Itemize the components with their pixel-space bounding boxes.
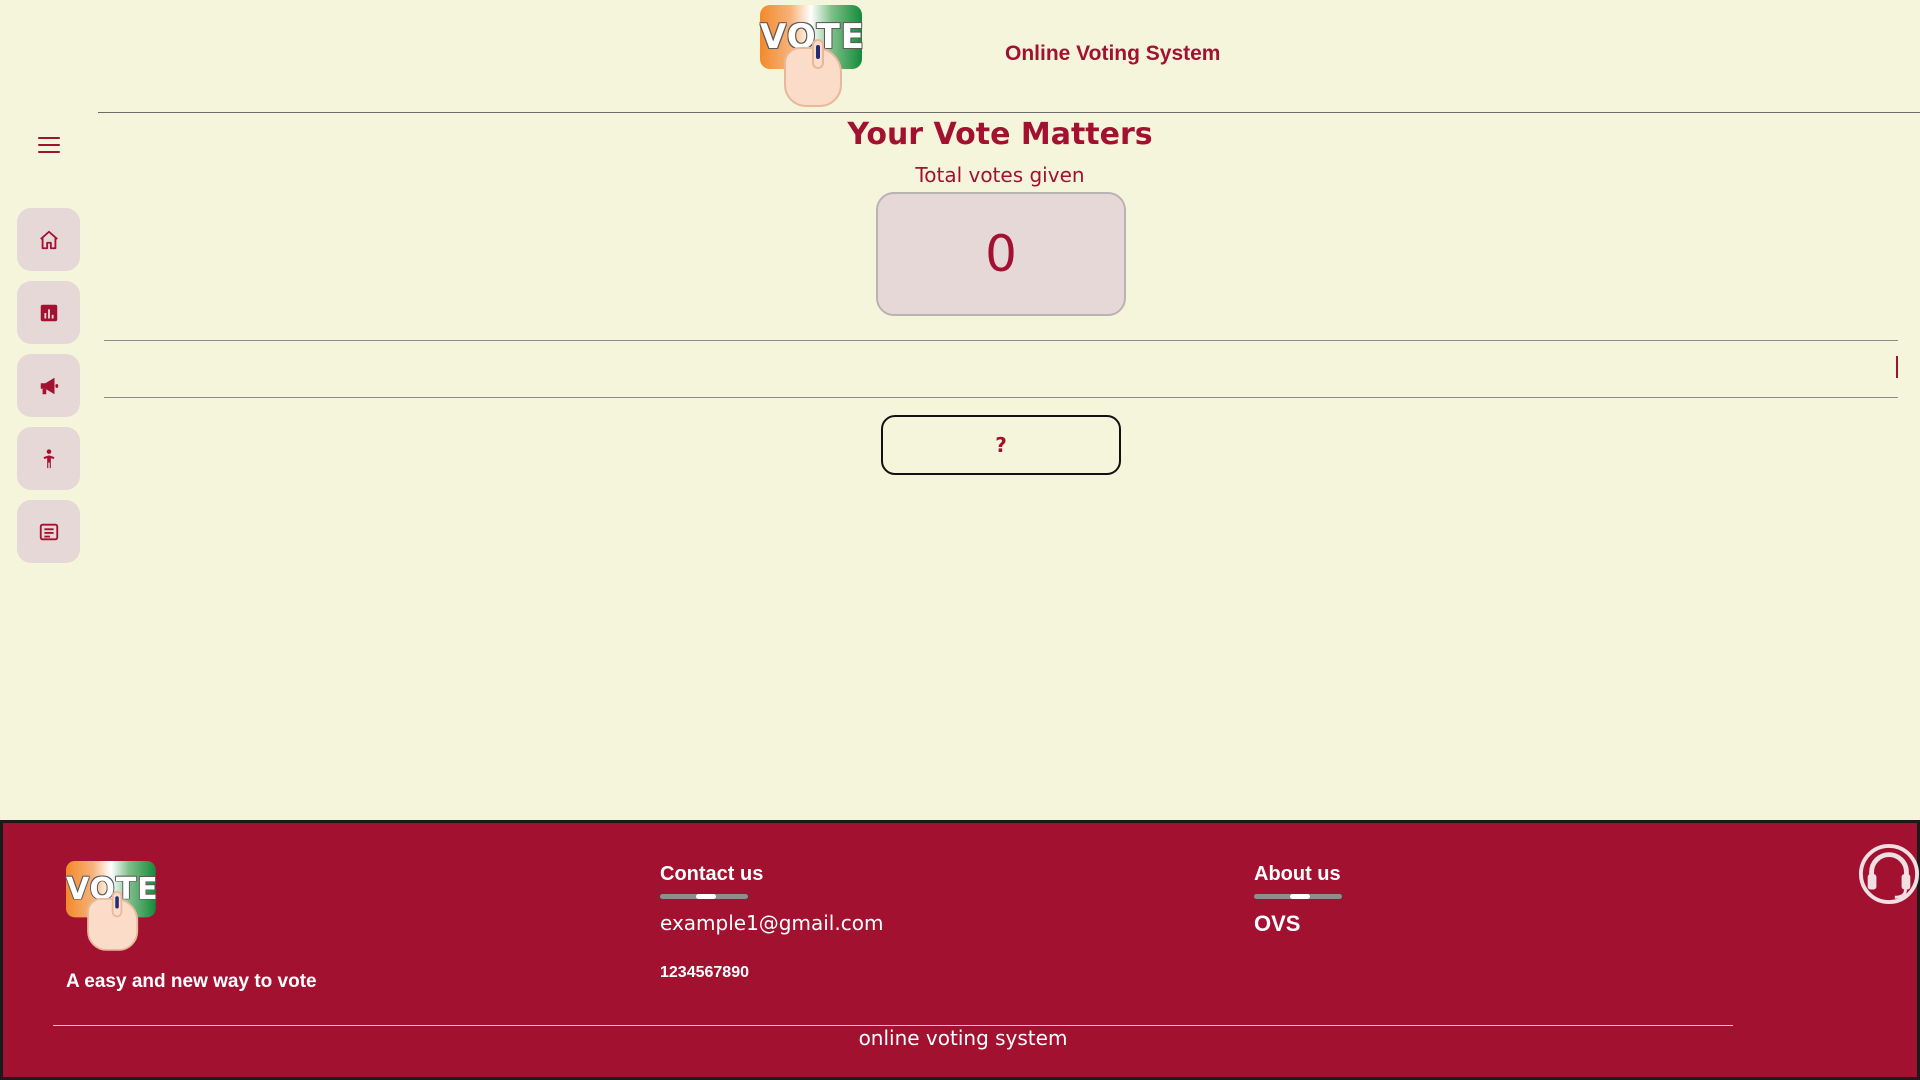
- app-title: Online Voting System: [1005, 42, 1221, 65]
- page-footer: VOTE A easy and new way to vote Contact …: [0, 820, 1920, 1080]
- menu-line: [38, 151, 60, 153]
- document-list-icon: [39, 523, 58, 540]
- page-title: Your Vote Matters: [847, 117, 1153, 152]
- footer-tagline: A easy and new way to vote: [66, 971, 317, 992]
- bar-chart-icon: [40, 304, 57, 321]
- menu-line: [38, 144, 60, 146]
- sidebar-item-home[interactable]: [17, 208, 80, 271]
- sidebar-item-results[interactable]: [17, 281, 80, 344]
- announcement-ticker: [104, 340, 1898, 398]
- about-heading-underline: [1254, 894, 1342, 899]
- votes-label: Total votes given: [915, 163, 1085, 187]
- text-caret: [1896, 356, 1898, 378]
- contact-phone: 1234567890: [660, 964, 749, 981]
- footer-copyright: online voting system: [858, 1026, 1068, 1050]
- headset-support-icon[interactable]: [1858, 843, 1920, 905]
- help-button[interactable]: ?: [881, 415, 1121, 475]
- sidebar-item-documents[interactable]: [17, 500, 80, 563]
- headset-icon: [1858, 843, 1920, 905]
- logo-ink-mark: [115, 896, 119, 909]
- hamburger-menu-icon[interactable]: [36, 134, 62, 156]
- contact-email-link[interactable]: example1@gmail.com: [660, 911, 883, 935]
- about-heading: About us: [1254, 863, 1341, 885]
- page-header: VOTE Online Voting System: [98, 0, 1920, 113]
- contact-heading: Contact us: [660, 863, 764, 885]
- menu-line: [38, 137, 60, 139]
- contact-heading-underline: [660, 894, 748, 899]
- vote-count-display: 0: [876, 192, 1126, 316]
- about-text: OVS: [1254, 911, 1301, 936]
- vote-logo: VOTE: [760, 5, 864, 107]
- person-icon: [43, 448, 54, 468]
- megaphone-icon: [40, 377, 58, 394]
- sidebar-item-announcements[interactable]: [17, 354, 80, 417]
- home-icon: [39, 230, 58, 249]
- logo-ink-mark: [816, 45, 820, 59]
- footer-vote-logo: VOTE: [66, 861, 158, 951]
- sidebar-item-candidates[interactable]: [17, 427, 80, 490]
